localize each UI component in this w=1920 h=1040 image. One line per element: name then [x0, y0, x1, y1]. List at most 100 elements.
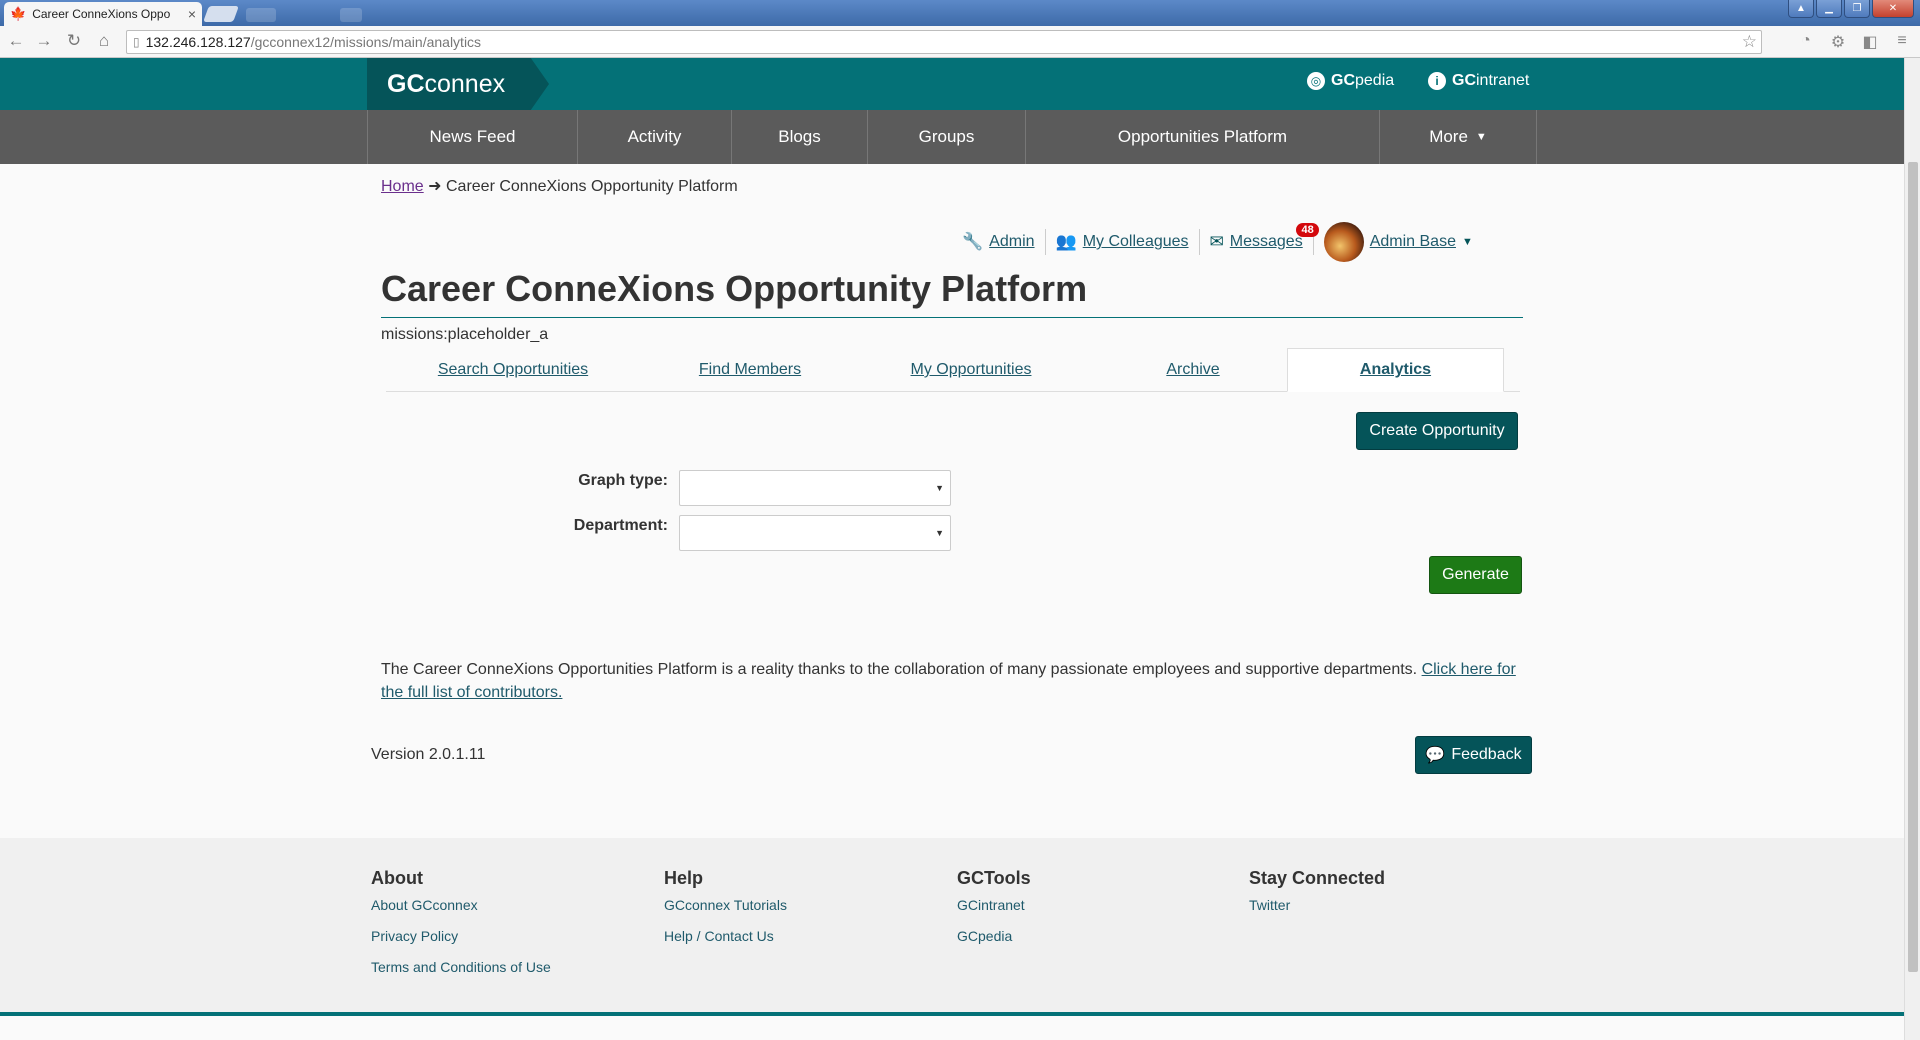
footer: About About GCconnex Privacy Policy Term… — [0, 838, 1904, 1016]
browser-tab-active[interactable]: 🍁 Career ConneXions Oppo × — [4, 2, 202, 26]
footer-about: About About GCconnex Privacy Policy Term… — [371, 868, 651, 990]
tab-my-opportunities[interactable]: My Opportunities — [860, 348, 1082, 392]
new-tab-button[interactable] — [203, 6, 239, 22]
user-menu: 🔧 Admin 👥 My Colleagues ✉ Messages 48 Ad… — [952, 222, 1483, 262]
nav-groups[interactable]: Groups — [867, 110, 1025, 164]
tab-analytics-label[interactable]: Analytics — [1360, 361, 1431, 379]
page-scrollbar[interactable] — [1904, 58, 1920, 1040]
version-label: Version 2.0.1.11 — [371, 746, 486, 763]
extension-icon[interactable]: ◔ — [1796, 32, 1816, 50]
tab-my-opportunities-label[interactable]: My Opportunities — [911, 361, 1032, 379]
credits-text: The Career ConneXions Opportunities Plat… — [381, 658, 1526, 704]
feedback-label: Feedback — [1451, 746, 1522, 763]
caret-down-icon[interactable]: ▼ — [1462, 236, 1473, 248]
tab-find-members[interactable]: Find Members — [640, 348, 860, 392]
nav-news-feed[interactable]: News Feed — [367, 110, 577, 164]
comment-icon: 💬 — [1425, 747, 1446, 764]
footer-link-tutorials[interactable]: GCconnex Tutorials — [664, 897, 944, 913]
nav-opportunities-platform[interactable]: Opportunities Platform — [1025, 110, 1379, 164]
footer-link-privacy-policy[interactable]: Privacy Policy — [371, 928, 651, 944]
create-opportunity-button[interactable]: Create Opportunity — [1356, 412, 1518, 450]
nav-more-label: More — [1429, 127, 1468, 146]
footer-link-about-gcconnex[interactable]: About GCconnex — [371, 897, 651, 913]
generate-button[interactable]: Generate — [1429, 556, 1522, 594]
browser-tab-title: Career ConneXions Oppo — [32, 7, 171, 21]
tab-search-opportunities[interactable]: Search Opportunities — [386, 348, 640, 392]
user-switch-icon[interactable]: ▲ — [1788, 0, 1814, 18]
admin-link[interactable]: 🔧 Admin — [952, 229, 1046, 255]
footer-stay-heading: Stay Connected — [1249, 868, 1386, 888]
main-nav: News Feed Activity Blogs Groups Opportun… — [0, 110, 1904, 164]
footer-link-gcpedia[interactable]: GCpedia — [957, 928, 1237, 944]
footer-link-help-contact[interactable]: Help / Contact Us — [664, 928, 944, 944]
close-tab-icon[interactable]: × — [188, 6, 196, 22]
my-colleagues-link[interactable]: 👥 My Colleagues — [1046, 229, 1200, 255]
nav-blogs[interactable]: Blogs — [731, 110, 867, 164]
user-name-link[interactable]: Admin Base — [1370, 233, 1456, 251]
url-host: 132.246.128.127 — [145, 34, 251, 50]
maximize-icon[interactable]: ❐ — [1844, 0, 1870, 18]
url-path: /gcconnex12/missions/main/analytics — [250, 34, 482, 50]
menu-icon[interactable]: ≡ — [1892, 32, 1912, 50]
feedback-button[interactable]: 💬 Feedback — [1415, 736, 1532, 774]
browser-toolbar: ← → ↻ ⌂ ▯ 132.246.128.127 /gcconnex12/mi… — [0, 26, 1920, 58]
nav-activity[interactable]: Activity — [577, 110, 731, 164]
taskbar-blur — [340, 8, 362, 22]
browser-titlebar: 🍁 Career ConneXions Oppo × ▲ ▁ ❐ ✕ — [0, 0, 1920, 26]
gcconnex-logo[interactable]: GC connex — [367, 58, 549, 110]
select-caret-icon: ▼ — [935, 528, 944, 538]
avatar[interactable] — [1323, 222, 1364, 262]
footer-help: Help GCconnex Tutorials Help / Contact U… — [664, 868, 944, 959]
tab-search-opportunities-label[interactable]: Search Opportunities — [438, 361, 588, 379]
footer-link-gcintranet[interactable]: GCintranet — [957, 897, 1237, 913]
nav-more[interactable]: More ▼ — [1379, 110, 1537, 164]
footer-link-twitter[interactable]: Twitter — [1249, 897, 1529, 913]
gcintranet-prefix: GC — [1452, 72, 1476, 89]
taskbar-blur — [246, 8, 276, 22]
messages-link[interactable]: ✉ Messages 48 — [1200, 223, 1319, 255]
reload-icon[interactable]: ↻ — [64, 31, 84, 51]
chevron-down-icon: ▼ — [1475, 131, 1487, 143]
home-icon[interactable]: ⌂ — [94, 31, 114, 51]
breadcrumb-current: Career ConneXions Opportunity Platform — [446, 178, 738, 195]
site-header: GC connex ◎ GCpedia i GCintranet — [0, 58, 1904, 110]
messages-label[interactable]: Messages — [1230, 233, 1303, 251]
gcintranet-suffix: intranet — [1476, 72, 1530, 89]
forward-icon[interactable]: → — [34, 31, 54, 51]
breadcrumb-arrow-icon: ➜ — [428, 178, 442, 195]
department-label: Department: — [573, 517, 668, 534]
scrollbar-thumb[interactable] — [1908, 162, 1918, 972]
department-select[interactable]: ▼ — [679, 515, 951, 551]
gcintranet-link[interactable]: i GCintranet — [1428, 72, 1529, 90]
back-icon[interactable]: ← — [6, 31, 26, 51]
maple-leaf-icon: 🍁 — [10, 6, 27, 21]
minimize-icon[interactable]: ▁ — [1816, 0, 1842, 18]
graph-type-label: Graph type: — [578, 472, 668, 489]
address-bar[interactable]: ▯ 132.246.128.127 /gcconnex12/missions/m… — [126, 30, 1762, 54]
tab-archive[interactable]: Archive — [1082, 348, 1304, 392]
window-close-icon[interactable]: ✕ — [1872, 0, 1914, 18]
footer-gctools-heading: GCTools — [957, 868, 1031, 888]
gcpedia-link[interactable]: ◎ GCpedia — [1307, 72, 1394, 90]
page-title: Career ConneXions Opportunity Platform — [381, 268, 1523, 318]
logo-prefix: GC — [387, 69, 425, 98]
breadcrumb-home[interactable]: Home — [381, 178, 424, 195]
user-profile-menu[interactable]: Admin Base ▼ — [1314, 222, 1483, 262]
window-controls: ▲ ▁ ❐ ✕ — [1788, 0, 1914, 18]
my-colleagues-label[interactable]: My Colleagues — [1083, 233, 1189, 251]
page-subtitle: missions:placeholder_a — [381, 326, 549, 343]
bookmark-star-icon[interactable]: ☆ — [1742, 32, 1757, 52]
extension-square-icon[interactable]: ◧ — [1860, 32, 1880, 52]
tab-archive-label[interactable]: Archive — [1166, 361, 1219, 379]
tabs: Search Opportunities Find Members My Opp… — [386, 348, 1520, 392]
footer-stay-connected: Stay Connected Twitter — [1249, 868, 1529, 928]
settings-gear-icon[interactable]: ⚙ — [1828, 32, 1848, 52]
admin-link-label[interactable]: Admin — [989, 233, 1034, 251]
tab-analytics[interactable]: Analytics — [1287, 348, 1504, 392]
gcpedia-prefix: GC — [1331, 72, 1355, 89]
footer-link-terms[interactable]: Terms and Conditions of Use — [371, 959, 651, 975]
tab-find-members-label[interactable]: Find Members — [699, 361, 801, 379]
page: GC connex ◎ GCpedia i GCintranet News Fee… — [0, 58, 1904, 1040]
logo-suffix: connex — [424, 69, 506, 98]
graph-type-select[interactable]: ▼ — [679, 470, 951, 506]
